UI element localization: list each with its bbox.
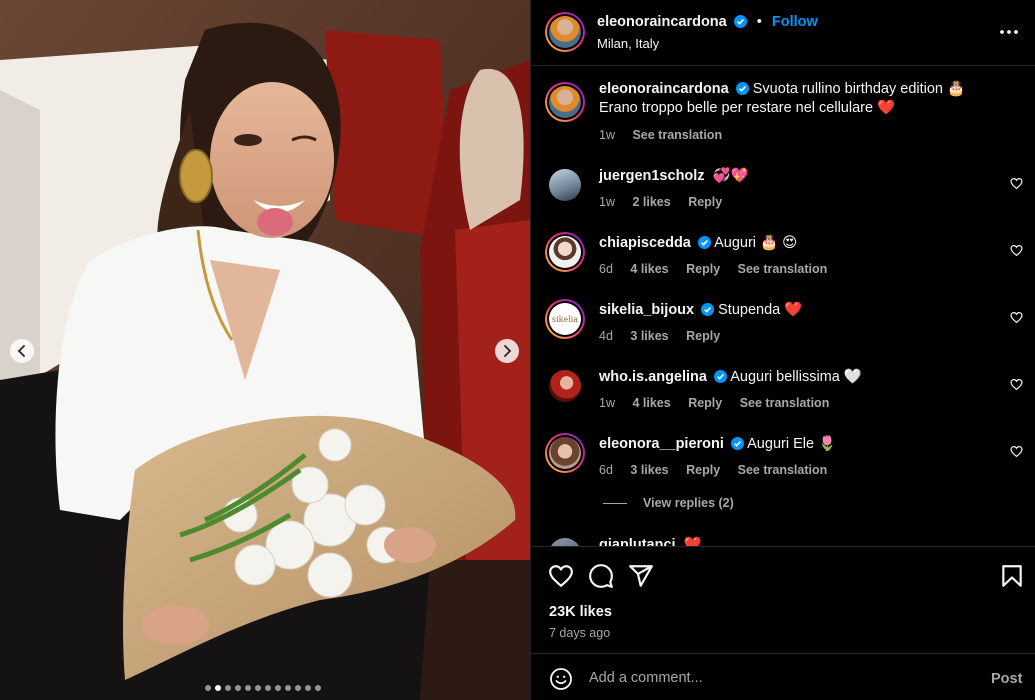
post-details-panel: eleonoraincardona • Follow Milan, Italy …: [530, 0, 1035, 700]
see-translation-button[interactable]: See translation: [740, 396, 830, 410]
see-translation-button[interactable]: See translation: [738, 262, 828, 276]
caption-username[interactable]: eleonoraincardona: [599, 81, 729, 97]
emoji-icon[interactable]: [549, 667, 573, 691]
comment-username[interactable]: juergen1scholz: [599, 168, 705, 184]
share-icon[interactable]: [628, 563, 654, 589]
carousel-dot: [295, 685, 301, 691]
verified-badge-icon: [735, 82, 749, 95]
caption-text-line2: Erano troppo belle per restare nel cellu…: [599, 100, 896, 116]
comment-likes[interactable]: 3 likes: [630, 463, 668, 477]
reply-button[interactable]: Reply: [686, 329, 720, 343]
commenter-avatar[interactable]: [549, 370, 581, 402]
reply-button[interactable]: Reply: [688, 195, 722, 209]
comment-text: Auguri Ele 🌷: [747, 436, 837, 452]
likes-count[interactable]: 23K likes: [549, 604, 612, 620]
commenter-avatar[interactable]: [549, 169, 581, 201]
carousel-next-button[interactable]: [495, 339, 519, 363]
like-comment-heart-icon[interactable]: [1010, 244, 1023, 257]
comment-username[interactable]: gianlutanci: [599, 537, 676, 546]
commenter-avatar[interactable]: sikelia: [545, 299, 585, 339]
carousel-dot: [255, 685, 261, 691]
like-comment-heart-icon[interactable]: [1010, 445, 1023, 458]
photo-illustration: [0, 0, 530, 700]
carousel-dot: [315, 685, 321, 691]
carousel-dot: [285, 685, 291, 691]
like-comment-heart-icon[interactable]: [1010, 311, 1023, 324]
post-location[interactable]: Milan, Italy: [597, 36, 659, 51]
verified-badge-icon: [697, 236, 711, 249]
carousel-dot: [205, 685, 211, 691]
add-comment-bar: Post: [531, 655, 1035, 700]
comment-likes[interactable]: 4 likes: [630, 262, 668, 276]
replies-divider: [603, 503, 627, 505]
comment-text: ❤️: [683, 537, 702, 546]
more-options-icon[interactable]: [999, 22, 1019, 42]
comment-text: Stupenda ❤️: [718, 302, 803, 318]
carousel-dot: [275, 685, 281, 691]
carousel-dot: [305, 685, 311, 691]
verified-badge-icon: [730, 437, 744, 450]
post-comment-button[interactable]: Post: [991, 671, 1022, 687]
comment-username[interactable]: eleonora__pieroni: [599, 436, 724, 452]
caption-see-translation[interactable]: See translation: [632, 128, 722, 142]
like-comment-heart-icon[interactable]: [1010, 177, 1023, 190]
bookmark-icon[interactable]: [999, 563, 1025, 589]
author-avatar[interactable]: [545, 12, 585, 52]
reply-button[interactable]: Reply: [686, 262, 720, 276]
comment-icon[interactable]: [588, 563, 614, 589]
post-photo: [0, 0, 530, 700]
heart-icon[interactable]: [548, 563, 574, 589]
carousel-dot: [225, 685, 231, 691]
carousel-indicator: [205, 685, 321, 691]
commenter-avatar[interactable]: [545, 232, 585, 272]
comment-likes[interactable]: 4 likes: [632, 396, 670, 410]
commenter-avatar[interactable]: [545, 433, 585, 473]
comment-username[interactable]: sikelia_bijoux: [599, 302, 694, 318]
comment-username[interactable]: who.is.angelina: [599, 369, 707, 385]
caption-time: 1w: [599, 128, 615, 142]
see-translation-button[interactable]: See translation: [738, 463, 828, 477]
carousel-dot: [245, 685, 251, 691]
caption-text-line1: Svuota rullino birthday edition 🎂: [752, 81, 966, 97]
verified-badge-icon: [701, 303, 715, 316]
follow-button[interactable]: Follow: [772, 14, 818, 30]
view-replies-button[interactable]: View replies (2): [603, 496, 734, 510]
author-username[interactable]: eleonoraincardona: [597, 14, 727, 30]
like-comment-heart-icon[interactable]: [1010, 378, 1023, 391]
carousel-dot: [235, 685, 241, 691]
commenter-avatar[interactable]: [549, 538, 581, 546]
comment-text: Auguri 🎂 😍: [714, 235, 798, 251]
carousel-dot: [265, 685, 271, 691]
comment-text: Auguri bellissima 🤍: [730, 369, 862, 385]
post-actions: 23K likes 7 days ago: [531, 546, 1035, 654]
comment-time: 1w: [599, 396, 615, 410]
verified-badge-icon: [733, 15, 747, 28]
post-date: 7 days ago: [549, 626, 611, 640]
comment-time: 1w: [599, 195, 615, 209]
reply-button[interactable]: Reply: [688, 396, 722, 410]
carousel-prev-button[interactable]: [10, 339, 34, 363]
post-header: eleonoraincardona • Follow Milan, Italy: [531, 0, 1035, 66]
verified-badge-icon: [713, 370, 727, 383]
view-replies-label: View replies (2): [643, 496, 734, 510]
comment-time: 6d: [599, 463, 613, 477]
separator-dot: •: [756, 14, 762, 30]
comment-text: 💞💖: [712, 168, 749, 184]
comments-list[interactable]: eleonoraincardona Svuota rullino birthda…: [531, 66, 1035, 546]
chevron-right-icon: [504, 345, 512, 357]
chevron-left-icon: [17, 345, 25, 357]
comment-likes[interactable]: 2 likes: [632, 195, 670, 209]
comment-time: 6d: [599, 262, 613, 276]
caption-avatar[interactable]: [545, 82, 585, 122]
comment-time: 4d: [599, 329, 613, 343]
comment-input[interactable]: [589, 666, 969, 690]
reply-button[interactable]: Reply: [686, 463, 720, 477]
comment-likes[interactable]: 3 likes: [630, 329, 668, 343]
comment-username[interactable]: chiapiscedda: [599, 235, 691, 251]
carousel-dot: [215, 685, 221, 691]
